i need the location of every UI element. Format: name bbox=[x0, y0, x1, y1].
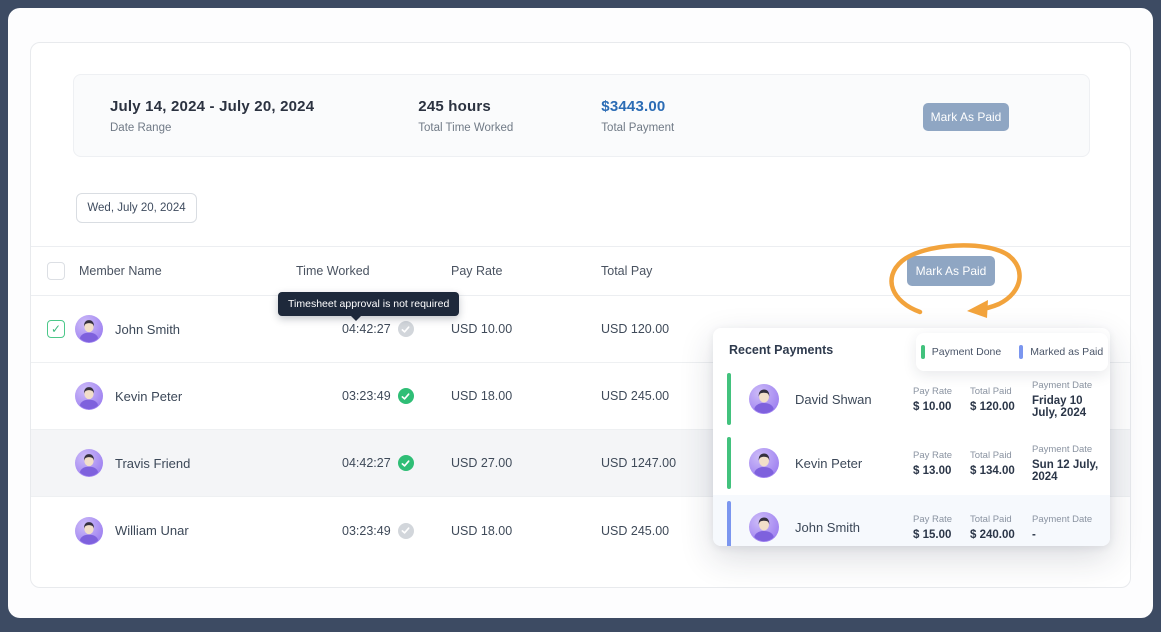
summary-date-range: July 14, 2024 - July 20, 2024 Date Range bbox=[110, 98, 314, 134]
approval-check-icon[interactable] bbox=[398, 523, 414, 539]
avatar bbox=[749, 448, 779, 478]
avatar bbox=[75, 517, 103, 545]
payment-status-bar bbox=[727, 437, 731, 489]
payment-date: Payment Date Friday 10 July, 2024 bbox=[1032, 380, 1110, 419]
payment-status-bar bbox=[727, 501, 731, 546]
legend-label: Payment Done bbox=[932, 346, 1001, 358]
pay-rate: USD 27.00 bbox=[451, 456, 512, 470]
summary-bar: July 14, 2024 - July 20, 2024 Date Range… bbox=[73, 74, 1090, 157]
payment-member-name: David Shwan bbox=[795, 392, 913, 407]
payment-pay-rate: Pay Rate $ 13.00 bbox=[913, 450, 970, 477]
legend-item: Marked as Paid bbox=[1019, 345, 1103, 359]
col-member-name: Member Name bbox=[75, 264, 162, 278]
payment-total-paid: Total Paid $ 240.00 bbox=[970, 514, 1032, 541]
approval-check-icon[interactable] bbox=[398, 388, 414, 404]
payment-member-name: Kevin Peter bbox=[795, 456, 913, 471]
legend-color-bar bbox=[1019, 345, 1023, 359]
tooltip: Timesheet approval is not required bbox=[278, 292, 459, 316]
avatar bbox=[749, 512, 779, 542]
approval-check-icon[interactable] bbox=[398, 321, 414, 337]
payment-date: Payment Date - bbox=[1032, 514, 1110, 541]
app-window: July 14, 2024 - July 20, 2024 Date Range… bbox=[8, 8, 1153, 618]
table-header: Member Name Time Worked Pay Rate Total P… bbox=[31, 246, 1130, 296]
row-checkbox-checked[interactable]: ✓ bbox=[47, 320, 65, 338]
avatar bbox=[75, 315, 103, 343]
time-worked: 03:23:49 bbox=[342, 524, 391, 538]
total-pay: USD 120.00 bbox=[601, 322, 669, 336]
payment-row[interactable]: Kevin Peter Pay Rate $ 13.00 Total Paid … bbox=[713, 431, 1110, 495]
payment-pay-rate: Pay Rate $ 10.00 bbox=[913, 386, 970, 413]
select-all-checkbox[interactable] bbox=[47, 262, 65, 280]
tooltip-arrow bbox=[350, 315, 362, 321]
legend-label: Marked as Paid bbox=[1030, 346, 1103, 358]
pay-rate: USD 18.00 bbox=[451, 389, 512, 403]
total-payment-label: Total Payment bbox=[601, 122, 674, 134]
tooltip-text: Timesheet approval is not required bbox=[288, 298, 449, 310]
payment-row[interactable]: David Shwan Pay Rate $ 10.00 Total Paid … bbox=[713, 367, 1110, 431]
payment-row[interactable]: John Smith Pay Rate $ 15.00 Total Paid $… bbox=[713, 495, 1110, 546]
approval-check-icon[interactable] bbox=[398, 455, 414, 471]
avatar bbox=[75, 449, 103, 477]
time-worked: 03:23:49 bbox=[342, 389, 391, 403]
time-worked: 04:42:27 bbox=[342, 322, 391, 336]
pay-rate: USD 18.00 bbox=[451, 524, 512, 538]
avatar bbox=[749, 384, 779, 414]
payment-status-bar bbox=[727, 373, 731, 425]
total-time-label: Total Time Worked bbox=[418, 122, 513, 134]
member-name: Kevin Peter bbox=[115, 389, 182, 404]
payment-member-name: John Smith bbox=[795, 520, 913, 535]
pay-rate: USD 10.00 bbox=[451, 322, 512, 336]
summary-total-payment: $3443.00 Total Payment bbox=[601, 98, 674, 134]
total-payment-value: $3443.00 bbox=[601, 98, 674, 115]
recent-payments-popup: Recent Payments Payment Done Marked as P… bbox=[713, 328, 1110, 546]
payment-date: Payment Date Sun 12 July, 2024 bbox=[1032, 444, 1110, 483]
col-total-pay: Total Pay bbox=[601, 264, 652, 278]
total-pay: USD 245.00 bbox=[601, 389, 669, 403]
legend-item: Payment Done bbox=[921, 345, 1001, 359]
date-range-label: Date Range bbox=[110, 122, 314, 134]
payment-pay-rate: Pay Rate $ 15.00 bbox=[913, 514, 970, 541]
member-name: John Smith bbox=[115, 322, 180, 337]
payments-legend: Payment Done Marked as Paid bbox=[916, 333, 1108, 371]
col-time-worked: Time Worked bbox=[296, 264, 370, 278]
mark-as-paid-button-summary[interactable]: Mark As Paid bbox=[923, 103, 1009, 131]
legend-color-bar bbox=[921, 345, 925, 359]
selected-day-chip[interactable]: Wed, July 20, 2024 bbox=[76, 193, 197, 223]
date-range-value: July 14, 2024 - July 20, 2024 bbox=[110, 98, 314, 115]
total-pay: USD 1247.00 bbox=[601, 456, 676, 470]
total-pay: USD 245.00 bbox=[601, 524, 669, 538]
total-time-value: 245 hours bbox=[418, 98, 513, 115]
payment-total-paid: Total Paid $ 134.00 bbox=[970, 450, 1032, 477]
time-worked: 04:42:27 bbox=[342, 456, 391, 470]
member-name: William Unar bbox=[115, 523, 189, 538]
payment-total-paid: Total Paid $ 120.00 bbox=[970, 386, 1032, 413]
col-pay-rate: Pay Rate bbox=[451, 264, 502, 278]
mark-as-paid-button-table[interactable]: Mark As Paid bbox=[907, 256, 995, 286]
summary-total-time: 245 hours Total Time Worked bbox=[418, 98, 513, 134]
member-name: Travis Friend bbox=[115, 456, 190, 471]
avatar bbox=[75, 382, 103, 410]
